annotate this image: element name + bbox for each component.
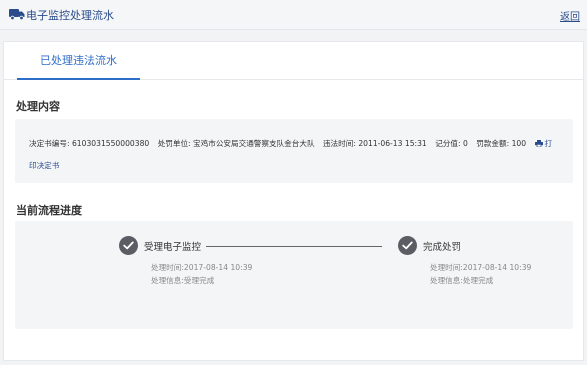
top-bar: 电子监控处理流水 返回 — [0, 0, 587, 30]
step-1-label: 受理电子监控 — [144, 242, 202, 253]
page-title: 电子监控处理流水 — [26, 9, 114, 22]
detail-panel: 决定书编号: 6103031550000380 处罚单位: 宝鸡市公安局交通警察… — [15, 119, 573, 183]
penalty-unit-field: 处罚单位: 宝鸡市公安局交通警察支队金台大队 — [157, 139, 315, 148]
truck-icon — [9, 9, 25, 20]
printer-icon — [534, 140, 543, 147]
progress-section-title: 当前流程进度 — [16, 204, 82, 217]
progress-panel: 受理电子监控 完成处罚 处理时间:2017-08-14 10:39 处理信息:受… — [15, 221, 573, 329]
step-1-status — [119, 236, 138, 255]
check-icon — [402, 241, 413, 250]
detail-fields: 决定书编号: 6103031550000380 处罚单位: 宝鸡市公安局交通警察… — [29, 138, 569, 149]
print-decision-link[interactable]: 打 — [534, 139, 552, 148]
tab-bar: 已处理违法流水 — [4, 42, 583, 80]
print-decision-link-continued[interactable]: 印决定书 — [29, 160, 59, 171]
tab-processed-violations[interactable]: 已处理违法流水 — [17, 42, 140, 80]
step-1-details: 处理时间:2017-08-14 10:39 处理信息:受理完成 — [151, 261, 252, 287]
violation-time-field: 违法时间: 2011-06-13 15:31 — [322, 139, 427, 148]
step-1-time: 处理时间:2017-08-14 10:39 — [151, 263, 253, 272]
step-2-status — [398, 236, 417, 255]
step-2-label: 完成处罚 — [423, 242, 462, 253]
points-field: 记分值: 0 — [435, 139, 468, 148]
step-2-info: 处理信息:处理完成 — [430, 276, 494, 285]
main-card: 已处理违法流水 处理内容 决定书编号: 6103031550000380 处罚单… — [3, 41, 584, 361]
fine-amount-field: 罚款金额: 100 — [476, 139, 527, 148]
check-icon — [123, 241, 134, 250]
step-2-time: 处理时间:2017-08-14 10:39 — [430, 263, 532, 272]
step-1-info: 处理信息:受理完成 — [151, 276, 215, 285]
step-2-details: 处理时间:2017-08-14 10:39 处理信息:处理完成 — [430, 261, 531, 287]
back-link[interactable]: 返回 — [560, 8, 580, 23]
content-section-title: 处理内容 — [16, 100, 60, 113]
step-connector — [206, 246, 382, 247]
decision-number-field: 决定书编号: 6103031550000380 — [29, 139, 150, 148]
